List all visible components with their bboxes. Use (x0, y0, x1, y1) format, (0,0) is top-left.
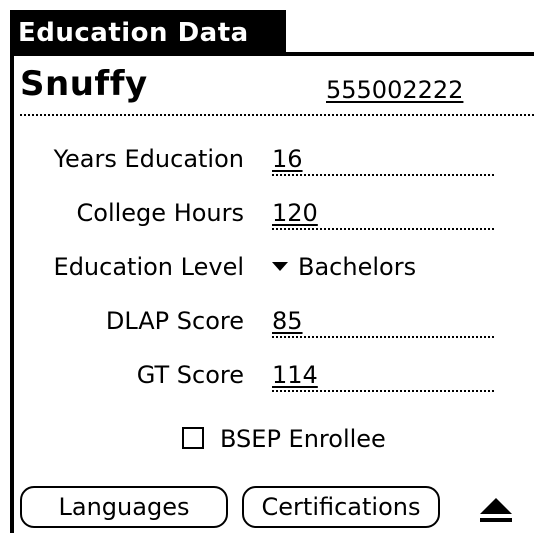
dlap-score-value: 85 (272, 307, 303, 335)
languages-button[interactable]: Languages (20, 486, 228, 528)
years-education-field[interactable]: 16 (272, 144, 494, 176)
college-hours-value: 120 (272, 199, 318, 227)
education-data-form: Education Data Snuffy 555002222 Years Ed… (0, 0, 534, 533)
up-arrow-icon[interactable] (476, 496, 516, 526)
dlap-score-field[interactable]: 85 (272, 306, 494, 338)
triangle-down-icon (272, 261, 288, 271)
years-education-label: Years Education (53, 145, 244, 173)
bsep-enrollee-checkbox[interactable]: BSEP Enrollee (182, 424, 386, 454)
education-level-value: Bachelors (298, 253, 417, 281)
gt-score-value: 114 (272, 361, 318, 389)
certifications-button[interactable]: Certifications (242, 486, 440, 528)
checkbox-square-icon (182, 427, 204, 449)
form-title: Education Data (10, 10, 286, 56)
gt-score-label: GT Score (136, 361, 244, 389)
gt-score-field[interactable]: 114 (272, 360, 494, 392)
header-divider (20, 114, 534, 116)
education-level-select[interactable]: Bachelors (272, 252, 416, 282)
record-id: 555002222 (326, 76, 464, 104)
title-rule (286, 52, 534, 56)
education-level-label: Education Level (53, 253, 244, 281)
years-education-value: 16 (272, 145, 303, 173)
left-border (10, 56, 14, 533)
dlap-score-label: DLAP Score (105, 307, 244, 335)
record-name: Snuffy (20, 64, 148, 104)
college-hours-label: College Hours (76, 199, 244, 227)
bsep-enrollee-label: BSEP Enrollee (220, 425, 386, 453)
college-hours-field[interactable]: 120 (272, 198, 494, 230)
title-bar: Education Data (10, 10, 534, 56)
